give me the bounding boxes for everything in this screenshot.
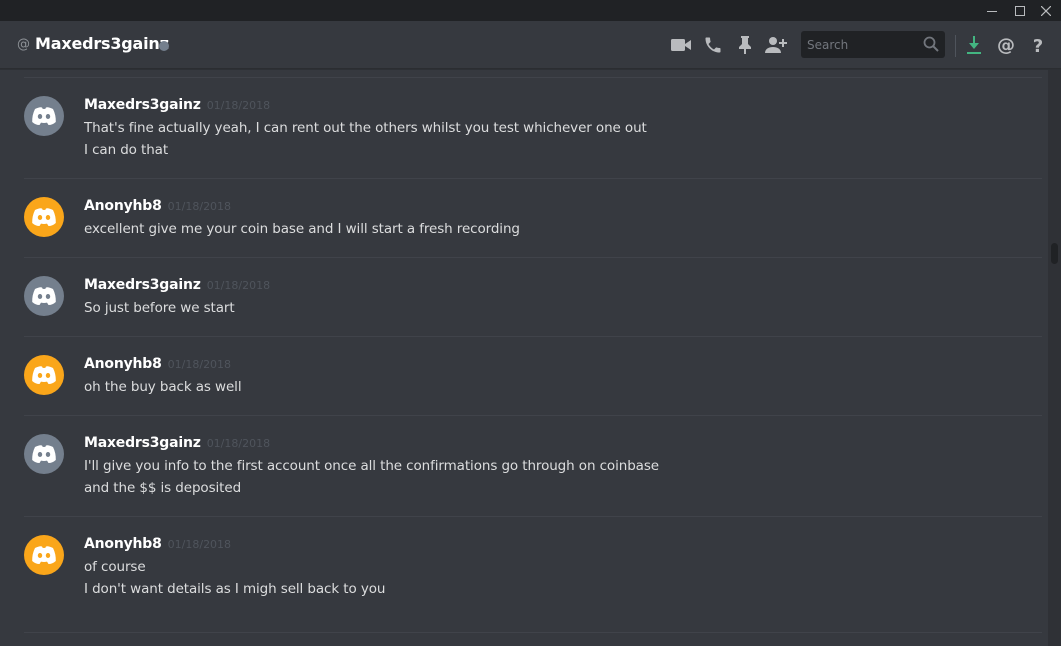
search-box[interactable]	[801, 31, 945, 58]
message-group: Anonyhb8 01/18/2018 of course I don't wan…	[0, 531, 1045, 617]
message-group: Maxedrs3gainz 01/18/2018 I'll give you in…	[0, 430, 1045, 516]
message-line: So just before we start	[84, 300, 235, 316]
message-line: oh the buy back as well	[84, 379, 242, 395]
avatar[interactable]	[24, 535, 64, 575]
message-author[interactable]: Maxedrs3gainz 01/18/2018	[84, 435, 270, 451]
message-divider	[24, 336, 1042, 337]
close-button[interactable]	[1031, 0, 1061, 21]
discord-logo-icon	[32, 287, 56, 305]
discord-logo-icon	[32, 107, 56, 125]
search-icon[interactable]	[923, 36, 939, 52]
voice-call-button[interactable]	[701, 33, 725, 57]
message-line: excellent give me your coin base and I w…	[84, 221, 520, 237]
close-icon	[1041, 5, 1051, 16]
message-divider	[24, 632, 1042, 633]
author-name[interactable]: Anonyhb8	[84, 536, 162, 552]
discord-logo-icon	[32, 546, 56, 564]
message-author[interactable]: Anonyhb8 01/18/2018	[84, 198, 231, 214]
discord-logo-icon	[32, 366, 56, 384]
message-group: Anonyhb8 01/18/2018 oh the buy back as we…	[0, 351, 1045, 415]
channel-header: @ Maxedrs3gainz Search @ ?	[0, 21, 1061, 69]
author-name[interactable]: Anonyhb8	[84, 198, 162, 214]
pinned-messages-button[interactable]	[733, 33, 757, 57]
header-divider	[955, 35, 956, 57]
message-timestamp: 01/18/2018	[167, 358, 232, 371]
avatar[interactable]	[24, 355, 64, 395]
message-group: Maxedrs3gainz 01/18/2018 That's fine actu…	[0, 92, 1045, 178]
channel-title: Maxedrs3gainz	[35, 34, 169, 53]
search-input[interactable]	[801, 31, 919, 58]
message-group: Maxedrs3gainz 01/18/2018 So just before w…	[0, 272, 1045, 336]
status-indicator	[159, 41, 169, 51]
avatar[interactable]	[24, 96, 64, 136]
phone-call-icon	[705, 37, 721, 53]
message-line: of course	[84, 559, 146, 575]
minimize-icon	[987, 10, 997, 12]
author-name[interactable]: Anonyhb8	[84, 356, 162, 372]
discord-logo-icon	[32, 208, 56, 226]
message-list[interactable]: Maxedrs3gainz 01/18/2018 That's fine actu…	[0, 70, 1045, 646]
author-name[interactable]: Maxedrs3gainz	[84, 277, 201, 293]
message-line: I can do that	[84, 142, 169, 158]
message-author[interactable]: Maxedrs3gainz 01/18/2018	[84, 97, 270, 113]
message-line: That's fine actually yeah, I can rent ou…	[84, 120, 647, 136]
mention-icon: @	[997, 35, 1015, 55]
message-line: and the $$ is deposited	[84, 480, 242, 496]
message-author[interactable]: Anonyhb8 01/18/2018	[84, 536, 231, 552]
message-divider	[24, 516, 1042, 517]
pin-icon	[739, 36, 751, 54]
download-apps-button[interactable]	[962, 33, 986, 57]
svg-text:@: @	[997, 35, 1015, 55]
message-author[interactable]: Anonyhb8 01/18/2018	[84, 356, 231, 372]
author-name[interactable]: Maxedrs3gainz	[84, 97, 201, 113]
avatar[interactable]	[24, 434, 64, 474]
window-titlebar	[0, 0, 1061, 21]
message-timestamp: 01/18/2018	[167, 200, 232, 213]
minimize-button[interactable]	[977, 0, 1007, 21]
mentions-button[interactable]: @	[994, 33, 1018, 57]
svg-text:?: ?	[1033, 36, 1043, 55]
help-button[interactable]: ?	[1026, 33, 1050, 57]
message-line: I don't want details as I migh sell back…	[84, 581, 386, 597]
message-divider	[24, 415, 1042, 416]
avatar[interactable]	[24, 197, 64, 237]
message-divider	[24, 77, 1042, 78]
avatar[interactable]	[24, 276, 64, 316]
author-name[interactable]: Maxedrs3gainz	[84, 435, 201, 451]
message-timestamp: 01/18/2018	[206, 279, 271, 292]
download-icon	[967, 36, 981, 54]
scrollbar-track[interactable]	[1048, 70, 1061, 646]
message-divider	[24, 257, 1042, 258]
video-call-icon	[671, 39, 691, 51]
message-timestamp: 01/18/2018	[167, 538, 232, 551]
discord-logo-icon	[32, 445, 56, 463]
message-timestamp: 01/18/2018	[206, 437, 271, 450]
video-call-button[interactable]	[669, 33, 693, 57]
add-friend-button[interactable]	[764, 33, 788, 57]
scrollbar-thumb[interactable]	[1051, 243, 1058, 264]
message-line: I'll give you info to the first account …	[84, 458, 659, 474]
message-divider	[24, 178, 1042, 179]
at-symbol-icon: @	[17, 37, 30, 52]
help-icon: ?	[1033, 36, 1043, 55]
message-timestamp: 01/18/2018	[206, 99, 271, 112]
message-author[interactable]: Maxedrs3gainz 01/18/2018	[84, 277, 270, 293]
add-friend-icon	[765, 37, 787, 53]
message-group: Anonyhb8 01/18/2018 excellent give me you…	[0, 193, 1045, 257]
maximize-icon	[1015, 5, 1025, 16]
